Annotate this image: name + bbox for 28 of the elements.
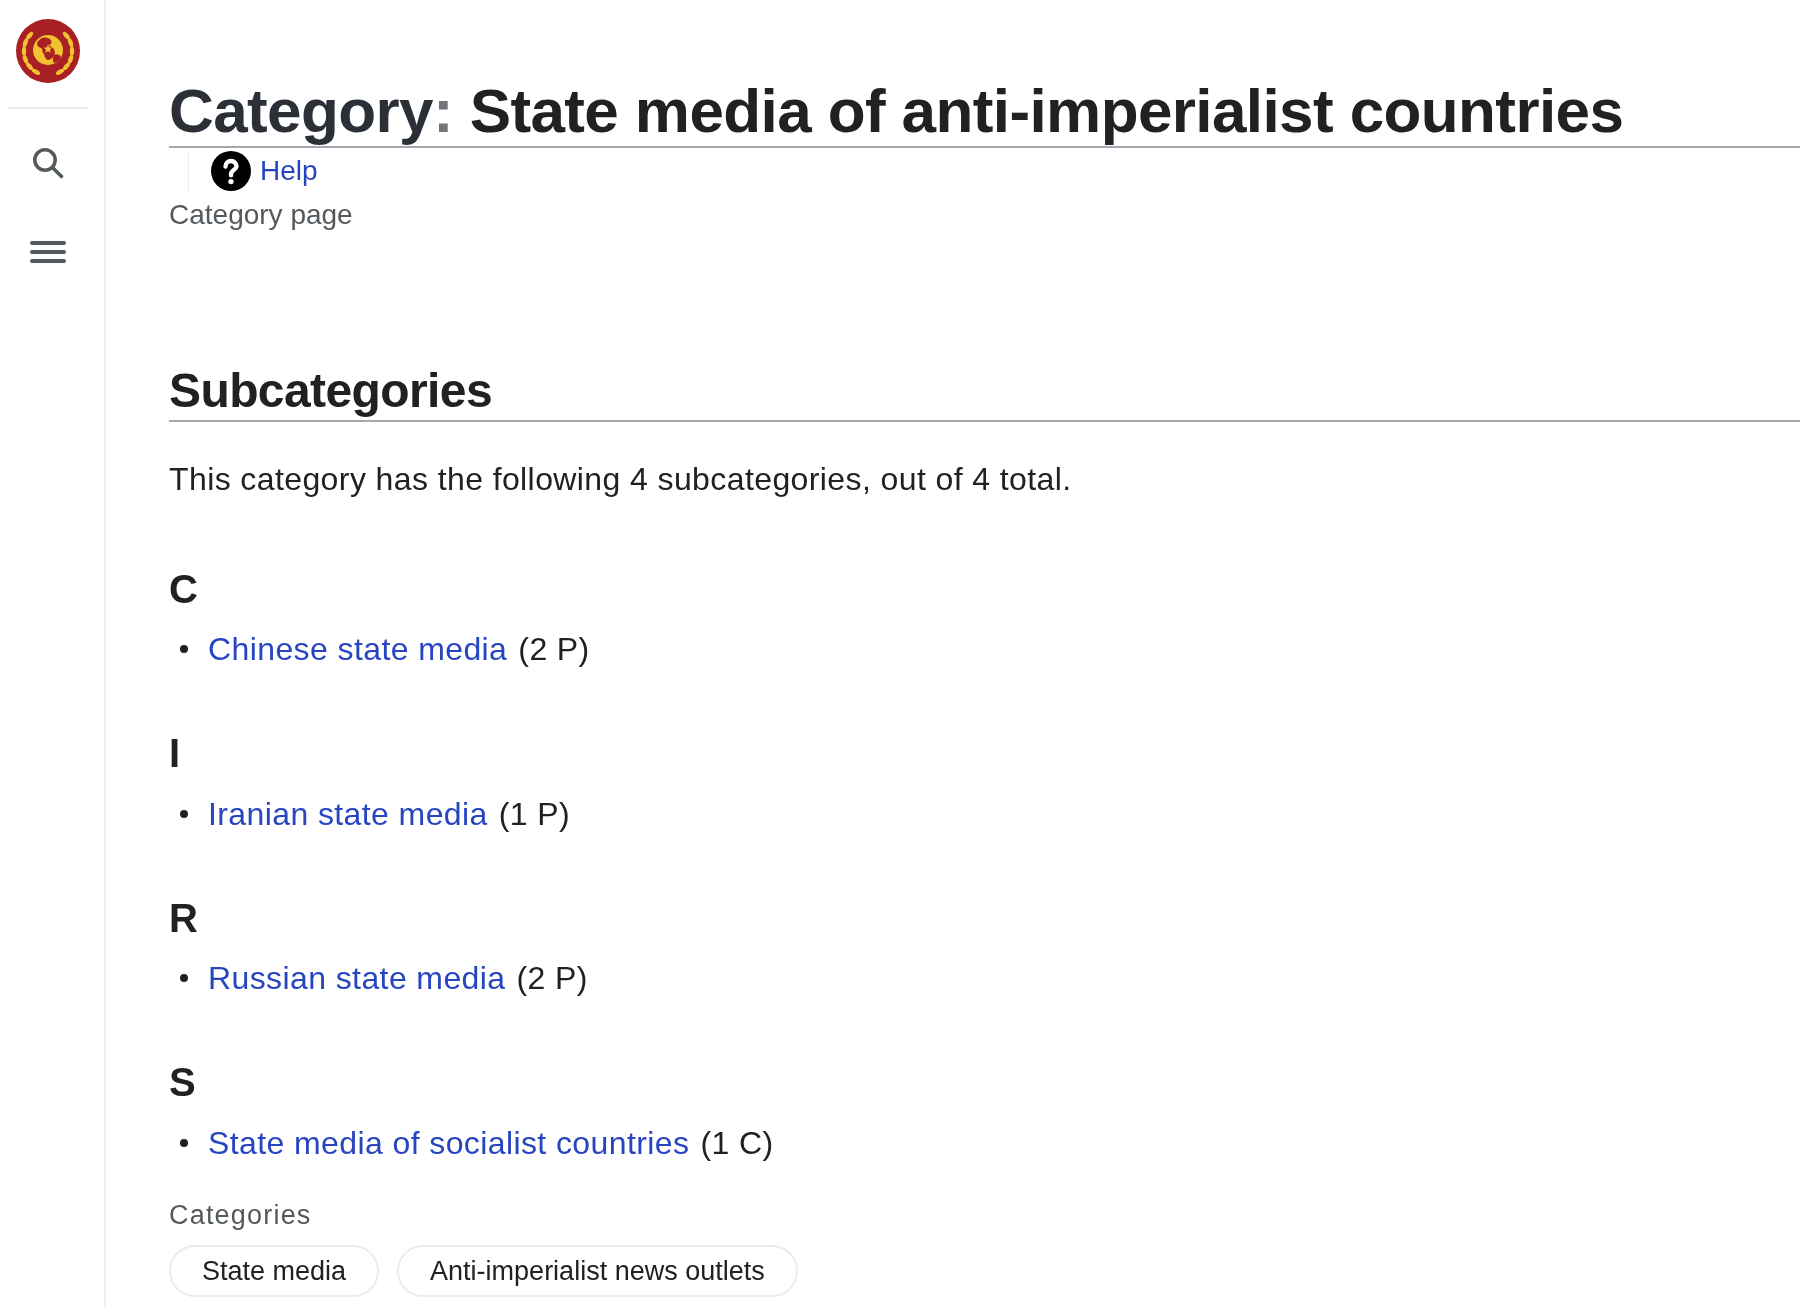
globe-emblem-icon[interactable] xyxy=(16,19,80,83)
section-heading: Subcategories xyxy=(169,363,492,420)
letter-heading: I xyxy=(169,730,181,778)
letter-heading: C xyxy=(169,565,198,613)
letter-heading: S xyxy=(169,1059,196,1107)
subcategory-link[interactable]: State media of socialist countries xyxy=(208,1122,690,1163)
member-count: (1 C) xyxy=(700,1123,774,1163)
bullet-icon xyxy=(180,974,188,983)
category-chip[interactable]: State media xyxy=(169,1244,380,1297)
summary-text: This category has the following 4 subcategories, out of 4 total. xyxy=(169,459,1072,499)
letter-heading: R xyxy=(169,894,198,942)
bullet-icon xyxy=(180,1138,188,1147)
member-count: (2 P) xyxy=(516,959,588,999)
member-count: (2 P) xyxy=(518,630,590,670)
subcategory-link[interactable]: Chinese state media xyxy=(208,629,508,670)
menu-icon xyxy=(30,241,66,263)
bullet-icon xyxy=(180,645,188,654)
page-subtitle: Category page xyxy=(169,199,353,232)
subcategory-link[interactable]: Russian state media xyxy=(208,958,506,999)
bullet-icon xyxy=(180,809,188,818)
categories-label: Categories xyxy=(169,1198,312,1231)
help-link[interactable]: Help xyxy=(211,151,318,192)
help-icon xyxy=(211,151,251,192)
member-count: (1 P) xyxy=(498,794,571,834)
subcategory-link[interactable]: Iranian state media xyxy=(208,793,488,834)
category-chip[interactable]: Anti-imperialist news outlets xyxy=(397,1244,798,1297)
search-icon xyxy=(32,147,64,179)
page-title: Category: State media of anti-imperialist countries xyxy=(169,75,1624,147)
